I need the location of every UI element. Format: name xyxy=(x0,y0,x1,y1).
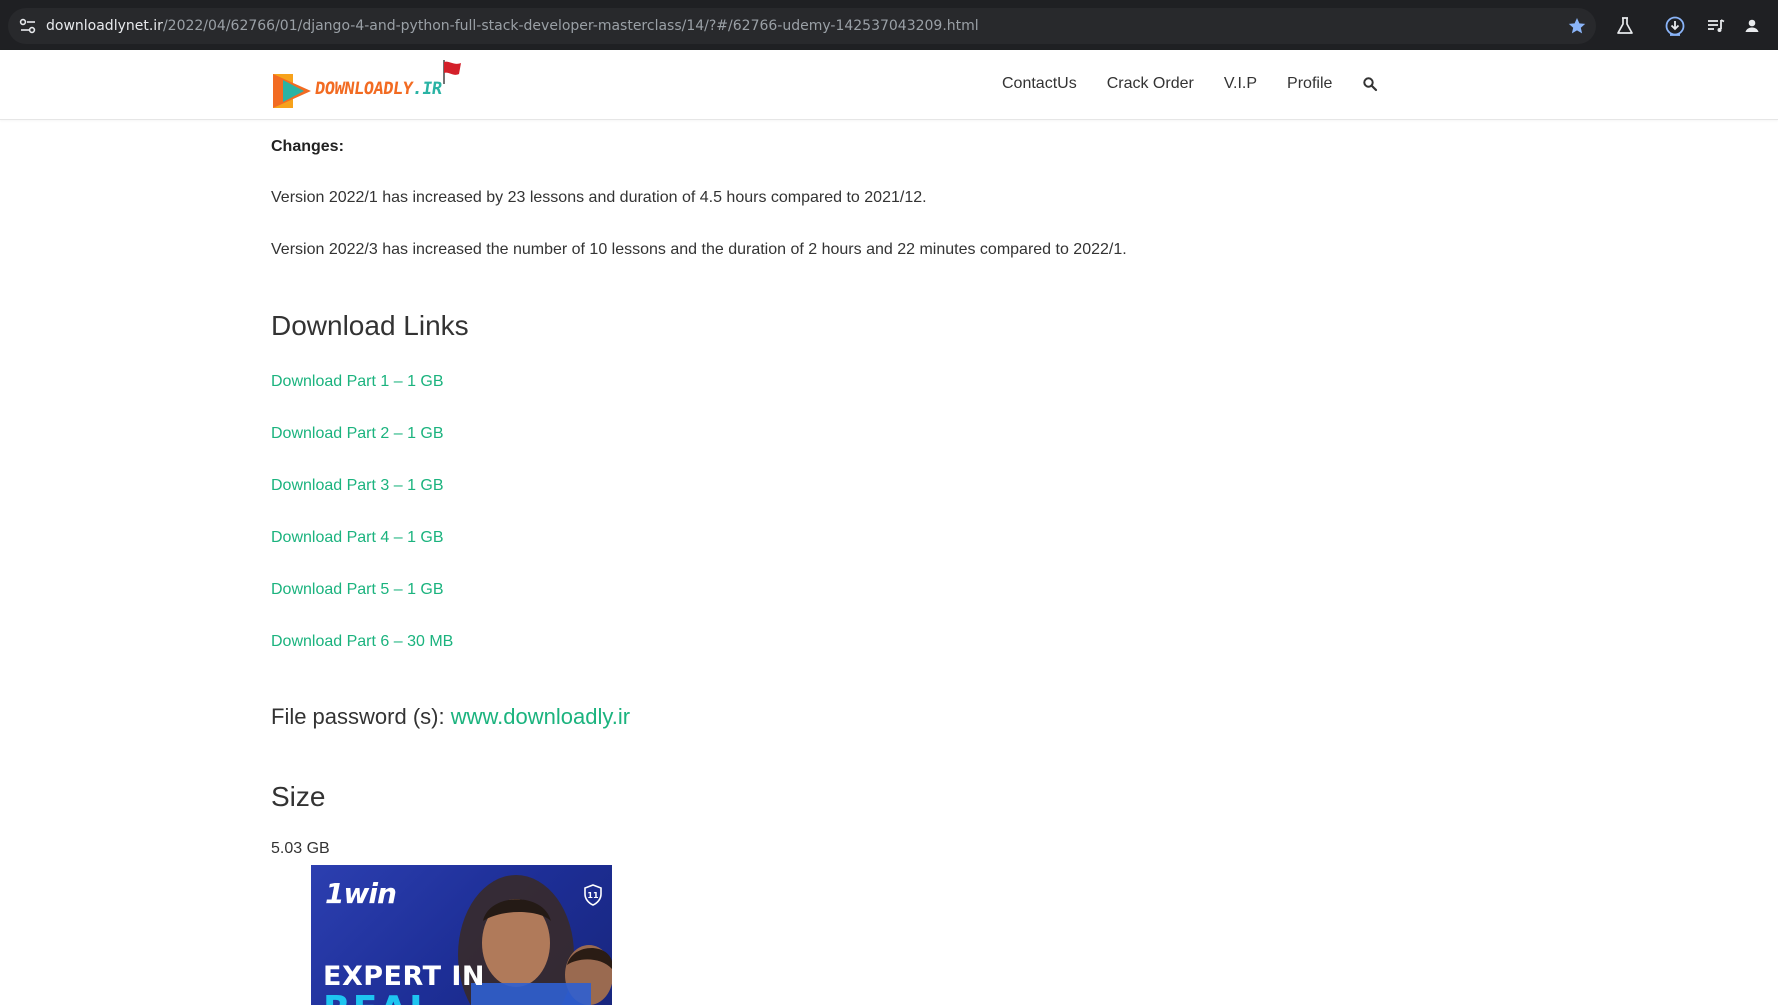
site-logo[interactable]: DOWNLOADLY.IR xyxy=(271,60,465,112)
nav-contactus[interactable]: ContactUs xyxy=(1002,74,1077,94)
password-link[interactable]: www.downloadly.ir xyxy=(451,704,630,729)
size-value: 5.03 GB xyxy=(271,840,330,857)
password-label: File password (s): xyxy=(271,704,445,729)
download-link-part-6[interactable]: Download Part 6 – 30 MB xyxy=(271,633,453,651)
nav-vip[interactable]: V.I.P xyxy=(1224,74,1257,94)
site-info-icon[interactable] xyxy=(19,18,37,34)
labs-flask-icon[interactable] xyxy=(1614,15,1636,37)
download-link-part-5[interactable]: Download Part 5 – 1 GB xyxy=(271,581,444,599)
change-note-1: Version 2022/1 has increased by 23 lesso… xyxy=(271,189,927,206)
browser-toolbar: downloadlynet.ir/2022/04/62766/01/django… xyxy=(0,0,1778,50)
url-host: downloadlynet.ir xyxy=(46,18,163,34)
changes-label: Changes: xyxy=(271,138,344,155)
file-password: File password (s): www.downloadly.ir xyxy=(271,704,630,730)
ad-headline: EXPERT IN xyxy=(323,961,486,992)
download-link-part-3[interactable]: Download Part 3 – 1 GB xyxy=(271,477,444,495)
profile-icon[interactable] xyxy=(1741,15,1763,37)
logo-text: DOWNLOADLY.IR xyxy=(313,79,443,99)
svg-text:11: 11 xyxy=(587,891,599,900)
site-header: DOWNLOADLY.IR ContactUs Crack Order V.I.… xyxy=(0,50,1778,120)
shield-badge-icon: 11 xyxy=(584,884,602,906)
download-link-part-4[interactable]: Download Part 4 – 1 GB xyxy=(271,529,444,547)
main-nav: ContactUs Crack Order V.I.P Profile xyxy=(1002,74,1362,94)
ad-headline-2: REAL xyxy=(323,989,434,1005)
ad-banner[interactable]: 1win 11 EXPERT IN REAL xyxy=(311,865,612,1005)
search-icon[interactable] xyxy=(1362,76,1378,92)
change-note-2: Version 2022/3 has increased the number … xyxy=(271,241,1127,258)
download-link-part-2[interactable]: Download Part 2 – 1 GB xyxy=(271,425,444,443)
bookmark-star-icon[interactable] xyxy=(1567,16,1587,36)
url-text[interactable]: downloadlynet.ir/2022/04/62766/01/django… xyxy=(46,17,979,35)
download-link-part-1[interactable]: Download Part 1 – 1 GB xyxy=(271,373,444,391)
media-controls-icon[interactable] xyxy=(1705,15,1727,37)
ad-brand: 1win xyxy=(325,877,397,910)
nav-profile[interactable]: Profile xyxy=(1287,74,1332,94)
address-bar[interactable]: downloadlynet.ir/2022/04/62766/01/django… xyxy=(8,8,1596,44)
download-links-heading: Download Links xyxy=(271,310,469,341)
nav-crack-order[interactable]: Crack Order xyxy=(1107,74,1194,94)
download-icon[interactable] xyxy=(1664,15,1686,37)
url-path: /2022/04/62766/01/django-4-and-python-fu… xyxy=(162,18,979,34)
size-heading: Size xyxy=(271,781,326,812)
